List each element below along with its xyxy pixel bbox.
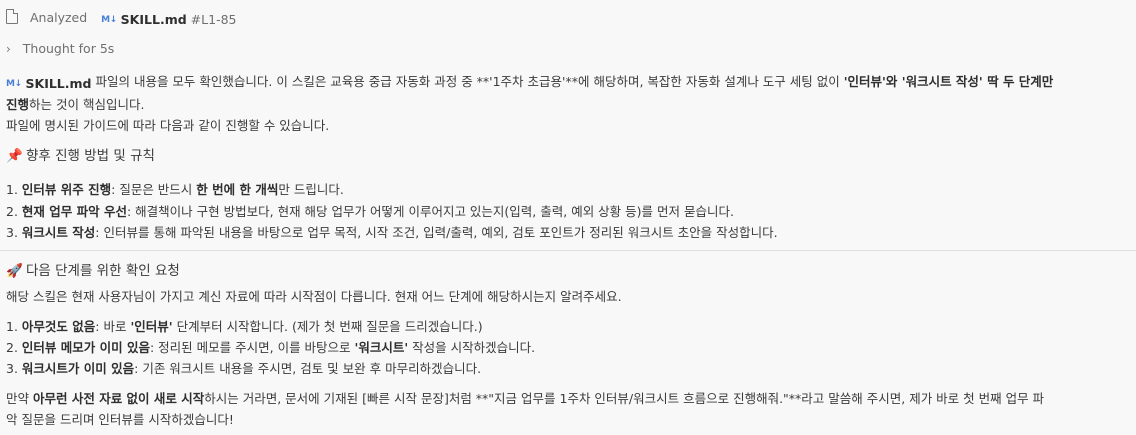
item-text: : 질문은 반드시: [111, 182, 197, 197]
item-bold: 워크시트가 이미 있음: [21, 361, 135, 376]
file-link[interactable]: M↓ SKILL.md #L1-85: [101, 11, 236, 29]
analyzed-row: Analyzed M↓ SKILL.md #L1-85: [6, 9, 1130, 29]
analyzed-label: Analyzed: [29, 10, 88, 25]
item-bold: 아무것도 없음: [21, 319, 96, 334]
item-bold: 현재 업무 파악 우선: [21, 204, 127, 219]
intro-bold-b: 진행: [6, 97, 30, 112]
markdown-icon: M↓: [6, 79, 22, 89]
file-icon: [6, 9, 18, 24]
item-text-2: 만 드립니다.: [278, 182, 344, 197]
item-number: 1.: [6, 182, 18, 197]
item-text: : 해결책이나 구현 방법보다, 현재 해당 업무가 어떻게 이루어지고 있는지…: [126, 204, 734, 219]
section1-heading: 📌 향후 진행 방법 및 규칙: [6, 147, 1130, 165]
file-name: SKILL.md: [120, 12, 187, 27]
section2-item: 3. 워크시트가 이미 있음: 기존 워크시트 내용을 주시면, 검토 및 보완…: [6, 360, 1130, 378]
item-text: : 정리된 메모를 주시면, 이를 바탕으로: [149, 340, 355, 355]
item-bold-2: 한 번에 한 개씩: [196, 182, 279, 197]
item-text: : 인터뷰를 통해 파악된 내용을 바탕으로 업무 목적, 시작 조건, 입력/…: [95, 225, 778, 240]
item-text-2: 단계부터 시작합니다. (제가 첫 번째 질문을 드리겠습니다.): [172, 319, 483, 334]
intro-file-link[interactable]: M↓ SKILL.md: [6, 75, 92, 93]
item-number: 2.: [6, 204, 18, 219]
item-number: 1.: [6, 319, 18, 334]
item-bold-2: '워크시트': [354, 340, 409, 355]
thought-label: Thought for 5s: [22, 41, 115, 56]
item-number: 3.: [6, 225, 18, 240]
item-number: 2.: [6, 340, 18, 355]
section2-title: 다음 단계를 위한 확인 요청: [26, 263, 180, 279]
intro-text-b: 하는 것이 핵심입니다.: [29, 97, 145, 112]
line-range: #L1-85: [190, 12, 237, 27]
rocket-icon: 🚀: [6, 263, 23, 279]
pushpin-icon: 📌: [6, 148, 23, 164]
item-bold: 인터뷰 위주 진행: [21, 182, 112, 197]
item-text-2: 작성을 시작하겠습니다.: [408, 340, 536, 355]
item-bold: 워크시트 작성: [21, 225, 96, 240]
closing-line-2: 악 질문을 드리며 인터뷰를 시작하겠습니다!: [6, 412, 234, 427]
section1-title: 향후 진행 방법 및 규칙: [26, 148, 155, 164]
item-text: : 바로: [95, 319, 131, 334]
section2-lead: 해당 스킬은 현재 사용자님이 가지고 계신 자료에 따라 시작점이 다릅니다.…: [6, 289, 622, 304]
intro-line-2: 진행하는 것이 핵심입니다.: [6, 96, 1130, 114]
intro-bold-a: '인터뷰'와 '워크시트 작성' 딱 두 단계만: [843, 74, 1054, 89]
item-bold-2: '인터뷰': [130, 319, 173, 334]
closing-text-b: 하시는 거라면, 문서에 기재된 [빠른 시작 문장]처럼 **"지금 업무를 …: [204, 391, 1045, 406]
section2-item: 2. 인터뷰 메모가 이미 있음: 정리된 메모를 주시면, 이를 바탕으로 '…: [6, 339, 1130, 357]
item-number: 3.: [6, 361, 18, 376]
intro-text-a: 파일의 내용을 모두 확인했습니다. 이 스킬은 교육용 중급 자동화 과정 중…: [95, 74, 844, 89]
intro-line-3: 파일에 명시된 가이드에 따라 다음과 같이 진행할 수 있습니다.: [6, 118, 330, 133]
closing-text-a: 만약: [6, 391, 33, 406]
item-text: : 기존 워크시트 내용을 주시면, 검토 및 보완 후 마무리하겠습니다.: [134, 361, 482, 376]
section1-item: 1. 인터뷰 위주 진행: 질문은 반드시 한 번에 한 개씩만 드립니다.: [6, 181, 1130, 199]
section2-heading: 🚀 다음 단계를 위한 확인 요청: [6, 262, 1130, 280]
section-divider: [0, 250, 1136, 251]
intro-file-name: SKILL.md: [25, 76, 92, 91]
chevron-right-icon: ›: [6, 42, 11, 56]
closing-line-1: 만약 아무런 사전 자료 없이 새로 시작하시는 거라면, 문서에 기재된 [빠…: [6, 390, 1130, 408]
item-bold: 인터뷰 메모가 이미 있음: [21, 340, 150, 355]
thought-toggle[interactable]: › Thought for 5s: [6, 40, 1130, 58]
closing-bold: 아무런 사전 자료 없이 새로 시작: [32, 391, 205, 406]
section1-item: 3. 워크시트 작성: 인터뷰를 통해 파악된 내용을 바탕으로 업무 목적, …: [6, 224, 1130, 242]
intro-line-1: M↓ SKILL.md 파일의 내용을 모두 확인했습니다. 이 스킬은 교육용…: [6, 73, 1130, 93]
section1-item: 2. 현재 업무 파악 우선: 해결책이나 구현 방법보다, 현재 해당 업무가…: [6, 203, 1130, 221]
section2-item: 1. 아무것도 없음: 바로 '인터뷰' 단계부터 시작합니다. (제가 첫 번…: [6, 318, 1130, 336]
markdown-icon: M↓: [101, 15, 117, 25]
